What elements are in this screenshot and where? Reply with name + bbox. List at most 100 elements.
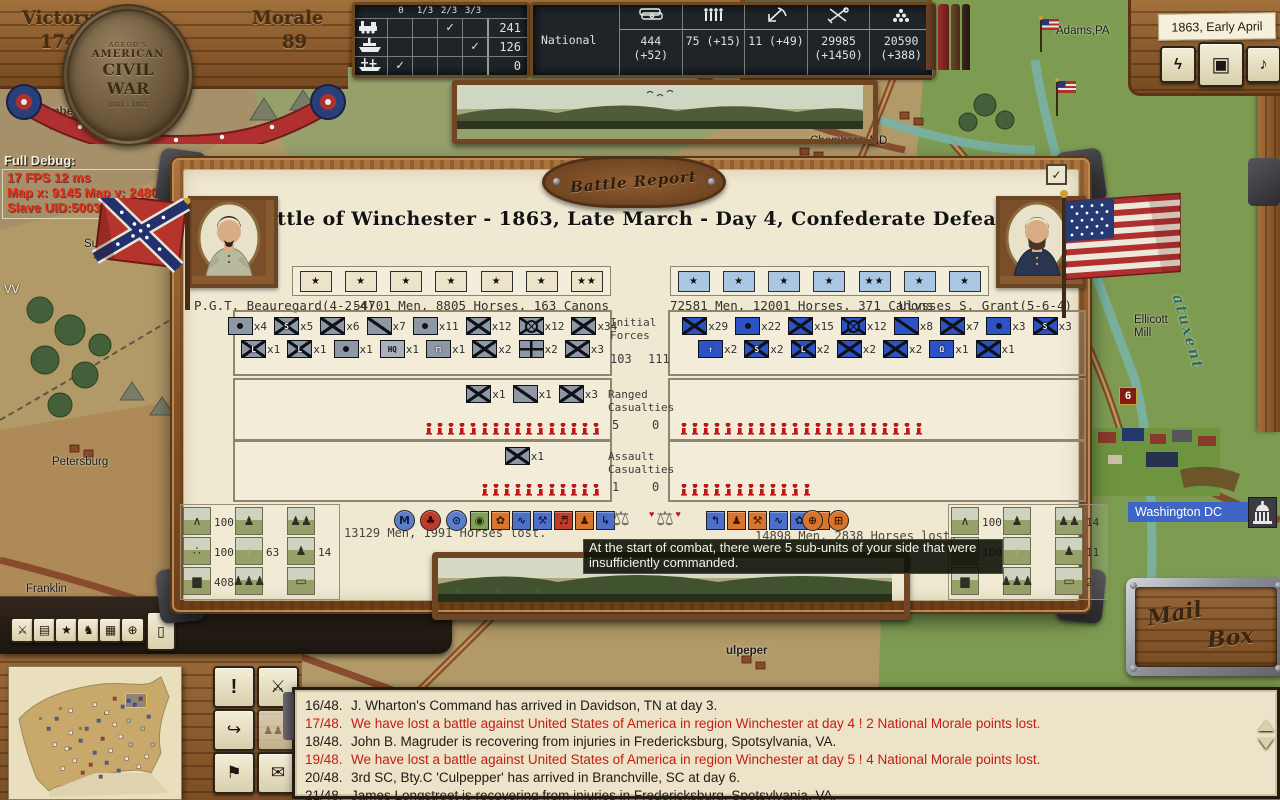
- unit-count: x1: [539, 388, 552, 401]
- unit-count: x6: [346, 320, 359, 333]
- ability-wave2: ∿: [769, 511, 788, 530]
- log-message[interactable]: 19/48.We have lost a battle against Unit…: [305, 751, 1277, 769]
- rank-star-cell: ★: [904, 271, 936, 292]
- casualty-figure: [571, 423, 577, 435]
- log-message[interactable]: 21/48.James Longstreet is recovering fro…: [305, 787, 1277, 800]
- unit-count: x3: [1012, 320, 1025, 333]
- transport-cell[interactable]: [437, 57, 462, 75]
- casualty-figure: [781, 484, 787, 496]
- swords-icon: ⚔: [17, 623, 28, 637]
- usa-ranged-casualty-figures: [678, 423, 924, 435]
- rank-star-cell: ★: [345, 271, 377, 292]
- minimap[interactable]: [8, 666, 182, 800]
- map-label-adams: Adams,PA: [1056, 25, 1109, 37]
- unit-symbol-slash: [513, 385, 538, 403]
- national-column: 29985 (+1450): [808, 5, 871, 75]
- casualty-figure: [848, 423, 854, 435]
- tooltip-line2: insufficiently commanded.: [589, 556, 997, 571]
- unit-symbol-xl: L: [791, 340, 816, 358]
- unit-counter: x1: [976, 340, 1015, 358]
- casualty-figure: [470, 423, 476, 435]
- transport-header: 2/3: [437, 6, 461, 16]
- usa-initial-forces-box: x29x22x15x12x8x7x3Sx3 ↑x2Sx2Lx2x2x2Ωx1x1: [668, 310, 1086, 376]
- casualty-figure: [482, 484, 488, 496]
- globe-icon: ⊕: [127, 623, 137, 637]
- log-scroll-up[interactable]: [1258, 720, 1274, 731]
- transport-cell[interactable]: [387, 19, 412, 37]
- casualty-figure: [737, 423, 743, 435]
- alert-icon: !: [231, 676, 238, 699]
- rank-star-cell: ★: [768, 271, 800, 292]
- minimap-viewport-box[interactable]: [125, 693, 147, 708]
- ledger-safe-button[interactable]: ▣: [1198, 42, 1244, 87]
- unit-count: x1: [1002, 343, 1015, 356]
- transport-check[interactable]: ✓: [387, 57, 412, 75]
- transport-cell[interactable]: [462, 57, 487, 75]
- rout-tile: ♟: [1055, 537, 1083, 565]
- message-number: 17/48.: [305, 715, 351, 733]
- steamboat-icon: [358, 37, 384, 57]
- ledger-books[interactable]: [926, 4, 970, 70]
- us-flag-small-icon: [1038, 16, 1062, 54]
- log-message[interactable]: 20/48.3rd SC, Bty.C 'Culpepper' has arri…: [305, 769, 1277, 787]
- star-icon: ★: [61, 623, 72, 637]
- unit-counter: Lx1: [287, 340, 326, 358]
- assault-label-line1: Assault: [608, 450, 654, 463]
- casualty-figure: [549, 484, 555, 496]
- csa-battle-stats-tiles: ∧100♟♟♟∴100↑63♟14▆408♟♟♟▭: [180, 504, 340, 600]
- unit-count: x2: [545, 343, 558, 356]
- toolbar-world-button[interactable]: ⊕: [120, 617, 145, 643]
- transport-header: 3/3: [461, 6, 485, 16]
- log-message[interactable]: 16/48.J. Wharton's Command has arrived i…: [305, 697, 1277, 715]
- unit-counter: x11: [413, 317, 459, 335]
- national-row-label: National: [541, 33, 596, 47]
- movements-button[interactable]: ↪: [213, 709, 255, 751]
- firing-line-tile: ♟♟♟: [1003, 567, 1031, 595]
- unit-strength-badge[interactable]: 6: [1119, 387, 1137, 405]
- unit-count: x2: [498, 343, 511, 356]
- unit-counter: x2: [883, 340, 922, 358]
- unit-symbol-balloon: Ω: [929, 340, 954, 358]
- transport-check[interactable]: ✓: [462, 38, 487, 56]
- unit-count: x1: [360, 343, 373, 356]
- national-value: 29985 (+1450): [808, 29, 870, 62]
- transport-cell[interactable]: [412, 19, 437, 37]
- book-spine: [962, 4, 970, 70]
- unit-counter: x1: [334, 340, 373, 358]
- transport-cell[interactable]: [412, 38, 437, 56]
- capitol-structure-icon[interactable]: [1248, 497, 1277, 528]
- money-icon: [636, 6, 666, 28]
- log-scroll-down[interactable]: [1258, 738, 1274, 749]
- tooltip-line1: At the start of combat, there were 5 sub…: [589, 541, 997, 556]
- combat-tooltip: At the start of combat, there were 5 sub…: [583, 539, 1003, 574]
- transport-check[interactable]: ✓: [437, 19, 462, 37]
- casualty-figure: [681, 484, 687, 496]
- casualty-figure: [725, 484, 731, 496]
- transport-cell[interactable]: [462, 19, 487, 37]
- unit-symbol-xs: S: [1033, 317, 1058, 335]
- sieges-button[interactable]: ⚑: [213, 752, 255, 794]
- map-label-franklin: Franklin: [26, 583, 67, 595]
- telegraph-button[interactable]: ϟ: [1160, 46, 1196, 83]
- rank-star-cell: ★★: [571, 271, 603, 292]
- transport-cell[interactable]: [437, 38, 462, 56]
- log-message[interactable]: 18/48.John B. Magruder is recovering fro…: [305, 733, 1277, 751]
- military-calls-button[interactable]: ♪: [1246, 46, 1280, 83]
- debug-fps: 17 FPS 12 ms: [7, 170, 91, 185]
- log-message[interactable]: 17/48.We have lost a battle against Unit…: [305, 715, 1277, 733]
- unit-symbol-x: [837, 340, 862, 358]
- alerts-button[interactable]: !: [213, 666, 255, 708]
- tile-value: [315, 567, 337, 597]
- transport-cell[interactable]: [387, 38, 412, 56]
- unit-count: x2: [724, 343, 737, 356]
- unit-symbol-x: [559, 385, 584, 403]
- mailbox-panel[interactable]: Mail Box: [1126, 578, 1280, 676]
- transport-cell[interactable]: [412, 57, 437, 75]
- casualty-figure: [526, 484, 532, 496]
- casualty-figure: [815, 423, 821, 435]
- report-checkbox[interactable]: ✓: [1046, 164, 1067, 185]
- transport-header: 1/3: [413, 6, 437, 16]
- unit-counter: x1: [513, 385, 552, 403]
- csa-commander-portrait[interactable]: [188, 196, 278, 288]
- rank-star-cell: ★: [435, 271, 467, 292]
